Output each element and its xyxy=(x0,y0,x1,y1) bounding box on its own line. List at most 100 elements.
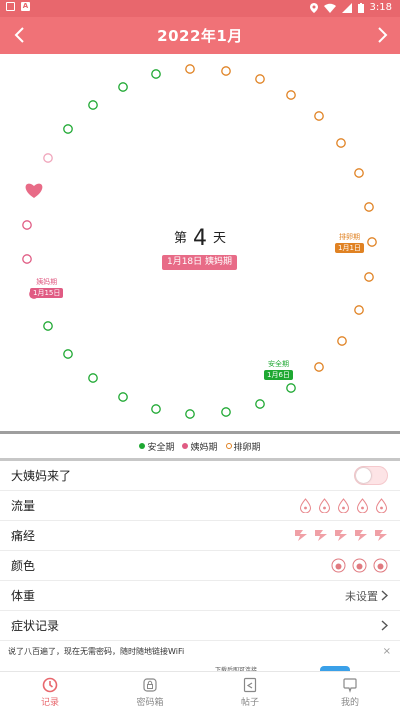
signal-icon xyxy=(341,2,352,13)
safe-marker-label: 安全期 xyxy=(267,360,289,368)
weight-value: 未设置 xyxy=(345,589,378,603)
cycle-day-circle[interactable] xyxy=(364,272,374,282)
lightning-icon[interactable] xyxy=(374,529,388,542)
cycle-day-circle[interactable] xyxy=(63,124,73,134)
lightning-icon[interactable] xyxy=(314,529,328,542)
status-time: 3:18 xyxy=(369,2,392,13)
ad-text: 说了八百遍了，现在无需密码，随时随地链接WiFi xyxy=(8,647,185,656)
cycle-day-circle[interactable] xyxy=(354,168,364,178)
ovulation-marker: 排卵期 1月1日 xyxy=(335,233,364,253)
record-list: 大姨妈来了 流量 痛经 颜色 体重 未设置 症状记录 xyxy=(0,461,400,641)
row-period-came: 大姨妈来了 xyxy=(0,461,400,491)
location-icon xyxy=(309,2,318,13)
cycle-day-circle[interactable] xyxy=(118,392,128,402)
ovulation-marker-date: 1月1日 xyxy=(335,243,364,253)
ad-banner[interactable]: 说了八百遍了，现在无需密码，随时随地链接WiFi × 下载后即可连接 xyxy=(0,641,400,674)
battery-icon xyxy=(357,2,364,13)
ovulation-dot-icon xyxy=(225,443,232,449)
cycle-day-circle[interactable] xyxy=(185,409,195,419)
cycle-day-circle[interactable] xyxy=(286,90,296,100)
row-weight[interactable]: 体重 未设置 xyxy=(0,581,400,611)
row-symptoms[interactable]: 症状记录 xyxy=(0,611,400,641)
period-start-marker: 姨妈期 1月15日 xyxy=(30,278,64,298)
legend-period: 姨妈期 xyxy=(182,440,218,453)
cycle-day-circle[interactable] xyxy=(185,64,195,74)
cycle-day-circle[interactable] xyxy=(43,321,53,331)
cycle-day-circle[interactable] xyxy=(336,138,346,148)
cycle-day-circle[interactable] xyxy=(63,349,73,359)
chevron-right-icon xyxy=(378,27,388,43)
cycle-day-circle[interactable] xyxy=(151,69,161,79)
status-bar: A 3:18 xyxy=(0,0,400,17)
period-came-toggle[interactable] xyxy=(354,466,388,485)
cycle-day-circle[interactable] xyxy=(255,399,265,409)
tab-password-box[interactable]: 密码箱 xyxy=(100,672,200,711)
cycle-day-circle[interactable] xyxy=(118,82,128,92)
current-day-heart-icon[interactable] xyxy=(25,183,43,198)
cycle-day-circle[interactable] xyxy=(221,407,231,417)
lightning-icon[interactable] xyxy=(334,529,348,542)
row-flow-label: 流量 xyxy=(11,499,36,513)
row-pain-label: 痛经 xyxy=(11,529,36,543)
cycle-day-circle[interactable] xyxy=(43,153,53,163)
tab-posts[interactable]: 帖子 xyxy=(200,672,300,711)
lock-icon xyxy=(143,678,157,692)
legend-ovulation-label: 排卵期 xyxy=(233,442,261,453)
cycle-day-circle[interactable] xyxy=(314,362,324,372)
row-flow[interactable]: 流量 xyxy=(0,491,400,521)
safe-period-marker: 安全期 1月6日 xyxy=(264,360,293,380)
current-date-badge: 1月18日 姨妈期 xyxy=(162,255,237,270)
cycle-day-display: 第4天 xyxy=(150,226,250,251)
droplet-icon[interactable] xyxy=(318,498,331,513)
profile-icon xyxy=(343,678,357,693)
cycle-day-circle[interactable] xyxy=(22,254,32,264)
cycle-day-circle[interactable] xyxy=(314,111,324,121)
day-number: 4 xyxy=(193,226,207,251)
color-swatch-icon[interactable] xyxy=(373,558,388,573)
toggle-knob xyxy=(356,468,371,483)
color-swatch-icon[interactable] xyxy=(352,558,367,573)
legend-safe: 安全期 xyxy=(139,440,174,453)
cycle-day-circle[interactable] xyxy=(337,336,347,346)
droplet-icon[interactable] xyxy=(337,498,350,513)
period-marker-date: 1月15日 xyxy=(30,288,64,298)
ovulation-marker-label: 排卵期 xyxy=(338,233,360,241)
day-prefix: 第 xyxy=(173,231,187,246)
period-dot-icon xyxy=(182,443,189,449)
tab-record[interactable]: 记录 xyxy=(0,672,100,711)
cycle-day-circle[interactable] xyxy=(364,202,374,212)
cycle-day-circle[interactable] xyxy=(22,220,32,230)
app-icon-square xyxy=(6,2,15,11)
row-weight-label: 体重 xyxy=(11,589,36,603)
flow-level-selector[interactable] xyxy=(299,498,388,513)
day-suffix: 天 xyxy=(213,231,227,246)
droplet-icon[interactable] xyxy=(356,498,369,513)
cycle-day-circle[interactable] xyxy=(88,373,98,383)
tab-mine[interactable]: 我的 xyxy=(300,672,400,711)
droplet-icon[interactable] xyxy=(299,498,312,513)
cycle-day-circle[interactable] xyxy=(255,74,265,84)
month-header: 2022年1月 xyxy=(0,17,400,54)
cycle-day-circle[interactable] xyxy=(354,305,364,315)
safe-dot-icon xyxy=(139,443,146,449)
row-symptoms-label: 症状记录 xyxy=(11,619,60,633)
droplet-icon[interactable] xyxy=(375,498,388,513)
next-month-button[interactable] xyxy=(369,21,397,49)
bottom-tab-bar: 记录 密码箱 帖子 我的 xyxy=(0,671,400,711)
cycle-day-circle[interactable] xyxy=(151,404,161,414)
ad-close-button[interactable]: × xyxy=(383,646,391,657)
period-marker-label: 姨妈期 xyxy=(36,278,58,286)
app-icon-a: A xyxy=(21,2,30,11)
cycle-day-circle[interactable] xyxy=(88,100,98,110)
cycle-day-circle[interactable] xyxy=(367,237,377,247)
pain-level-selector[interactable] xyxy=(294,529,388,542)
cycle-day-circle[interactable] xyxy=(221,66,231,76)
row-color[interactable]: 颜色 xyxy=(0,551,400,581)
cycle-day-circle[interactable] xyxy=(286,383,296,393)
row-pain[interactable]: 痛经 xyxy=(0,521,400,551)
color-swatch-icon[interactable] xyxy=(331,558,346,573)
lightning-icon[interactable] xyxy=(354,529,368,542)
color-selector[interactable] xyxy=(331,558,388,573)
legend-safe-label: 安全期 xyxy=(147,442,175,453)
lightning-icon[interactable] xyxy=(294,529,308,542)
